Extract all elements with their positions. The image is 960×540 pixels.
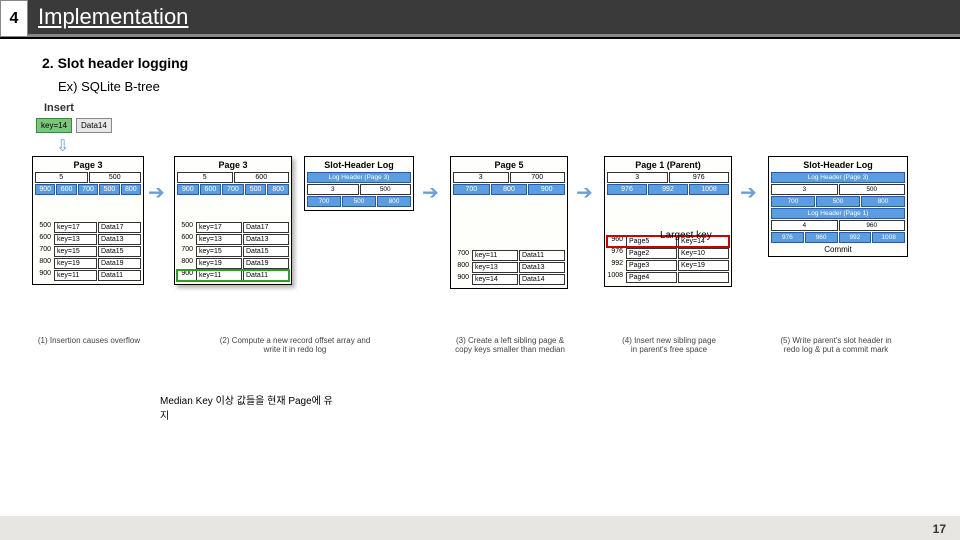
panel-page1: Page 1 (Parent) 3976 9769921008 960Page5… <box>604 156 732 287</box>
panel-page3b: Page 3 5600 900600700500800 500key=17Dat… <box>174 156 292 285</box>
btree-diagram: Insert key=14 Data14 ⇩ Page 3 5500 90060… <box>30 102 930 432</box>
caption-3: (3) Create a left sibling page & copy ke… <box>440 336 580 354</box>
panel-page3a: Page 3 5500 900600700500800 500key=17Dat… <box>32 156 144 285</box>
annotation-median-key: Median Key 이상 값들을 현재 Page에 유 지 <box>160 392 380 422</box>
annotation-largest-key: Largest key <box>660 230 712 241</box>
example-label: Ex) SQLite B-tree <box>58 79 930 94</box>
section-heading: 2. Slot header logging <box>42 55 930 71</box>
page-number: 17 <box>933 522 946 536</box>
panel-title: Page 3 <box>35 160 141 170</box>
chapter-title: Implementation <box>28 0 960 37</box>
panel-shl2: Slot-Header Log Log Header (Page 3) 3500… <box>768 156 908 257</box>
content-area: 2. Slot header logging Ex) SQLite B-tree… <box>0 39 960 432</box>
insert-key: key=14 <box>36 118 72 133</box>
caption-2: (2) Compute a new record offset array an… <box>170 336 420 354</box>
panel-shl1: Slot-Header Log Log Header (Page 3) 3500… <box>304 156 414 211</box>
arrow-right-icon: ➔ <box>740 180 757 205</box>
arrow-right-icon: ➔ <box>576 180 593 205</box>
caption-4: (4) Insert new sibling page in parent's … <box>594 336 744 354</box>
caption-1: (1) Insertion causes overflow <box>24 336 154 345</box>
commit-label: Commit <box>771 245 905 254</box>
footer-bar <box>0 516 960 540</box>
chapter-number: 4 <box>0 0 28 37</box>
caption-5: (5) Write parent's slot header in redo l… <box>756 336 916 354</box>
arrow-right-icon: ➔ <box>422 180 439 205</box>
insert-data: Data14 <box>76 118 112 133</box>
insert-label: Insert <box>44 102 74 114</box>
insert-pills: key=14 Data14 <box>36 118 112 133</box>
arrow-down-icon: ⇩ <box>56 136 69 156</box>
arrow-right-icon: ➔ <box>148 180 165 205</box>
header-bar: 4 Implementation <box>0 0 960 39</box>
panel-page5: Page 5 3700 700800900 700key=11Data11 80… <box>450 156 568 289</box>
